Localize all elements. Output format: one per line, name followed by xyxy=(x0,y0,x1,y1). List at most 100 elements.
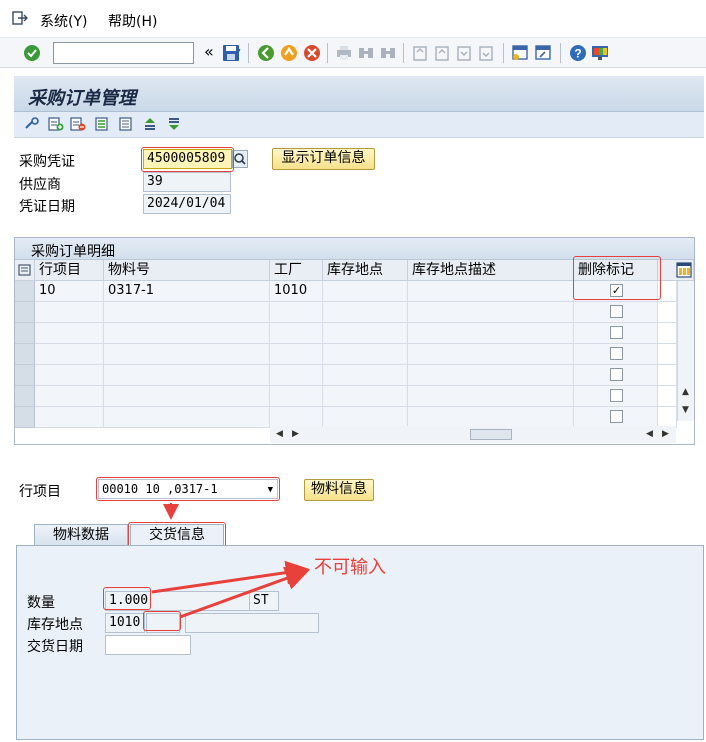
table-settings-icon[interactable] xyxy=(676,262,692,278)
row-selector[interactable] xyxy=(15,344,35,365)
row-filler xyxy=(658,323,677,344)
nav-back-icon[interactable]: « xyxy=(204,42,214,61)
cell-plant xyxy=(270,386,323,407)
help-icon[interactable]: ? xyxy=(568,43,588,63)
tab-delivery-info[interactable]: 交货信息 xyxy=(130,524,224,546)
deletion-flag-checkbox[interactable] xyxy=(610,326,623,339)
filter-icon[interactable] xyxy=(166,116,182,132)
item-select-dropdown[interactable]: 00010 10 ,0317-1 ▼ xyxy=(98,479,278,499)
cell-material xyxy=(104,365,270,386)
row-selector[interactable] xyxy=(15,323,35,344)
print-icon[interactable] xyxy=(335,44,353,62)
shortcut-icon[interactable] xyxy=(534,44,552,62)
menu-help[interactable]: 帮助(H) xyxy=(108,11,157,31)
column-header-item[interactable]: 行项目 xyxy=(35,260,104,281)
next-page-icon[interactable] xyxy=(455,44,473,62)
cell-item xyxy=(35,386,104,407)
delivery-date-input[interactable] xyxy=(105,635,191,655)
previous-page-icon[interactable] xyxy=(433,44,451,62)
cell-item xyxy=(35,407,104,428)
enter-icon[interactable] xyxy=(22,43,42,63)
deletion-flag-checkbox[interactable] xyxy=(610,368,623,381)
scroll-right-icon[interactable]: ▶ xyxy=(292,429,299,439)
search-help-icon[interactable] xyxy=(232,150,248,168)
chevron-down-icon[interactable]: ▼ xyxy=(268,482,273,498)
column-header-storage-location[interactable]: 库存地点 xyxy=(323,260,408,281)
vertical-scrollbar[interactable]: ▲ ▼ xyxy=(677,281,694,421)
vendor-field: 39 xyxy=(143,172,231,192)
column-header-storage-description[interactable]: 库存地点描述 xyxy=(408,260,574,281)
display-change-icon[interactable] xyxy=(24,116,40,132)
exit-icon[interactable] xyxy=(12,11,28,25)
row-selector[interactable] xyxy=(15,281,35,302)
scroll-up-icon[interactable]: ▲ xyxy=(682,387,689,397)
cell-deletion-flag xyxy=(574,323,658,344)
deletion-flag-checkbox[interactable]: ✓ xyxy=(610,284,623,297)
cell-material xyxy=(104,302,270,323)
cell-plant xyxy=(270,344,323,365)
cell-item xyxy=(35,323,104,344)
customize-layout-icon[interactable] xyxy=(591,44,609,62)
insert-row-icon[interactable] xyxy=(48,116,64,132)
material-info-button[interactable]: 物料信息 xyxy=(304,479,374,501)
find-next-icon[interactable] xyxy=(379,44,397,62)
po-items-table: 采购订单明细 行项目 物料号 工厂 库存地点 库存地点描述 删除标记 10 031… xyxy=(14,237,695,445)
select-all-icon[interactable] xyxy=(94,116,110,132)
cell-storage-location xyxy=(323,281,408,302)
cell-plant xyxy=(270,407,323,428)
find-icon[interactable] xyxy=(357,44,375,62)
delete-row-icon[interactable] xyxy=(70,116,86,132)
horizontal-scrollbar[interactable]: ◀ ▶ ◀ ▶ xyxy=(270,426,676,443)
column-header-material[interactable]: 物料号 xyxy=(104,260,270,281)
cell-storage-description xyxy=(408,281,574,302)
row-filler xyxy=(658,365,677,386)
last-page-icon[interactable] xyxy=(477,44,495,62)
page-title: 采购订单管理 xyxy=(28,88,136,109)
unit-field: ST xyxy=(249,591,279,611)
storage-description-field xyxy=(185,613,319,633)
deletion-flag-checkbox[interactable] xyxy=(610,347,623,360)
new-session-icon[interactable] xyxy=(511,44,529,62)
back-icon[interactable] xyxy=(256,43,276,63)
menu-system[interactable]: 系统(Y) xyxy=(40,11,87,31)
cell-storage-location xyxy=(323,386,408,407)
row-selector[interactable] xyxy=(15,386,35,407)
deletion-flag-checkbox[interactable] xyxy=(610,410,623,423)
cell-material xyxy=(104,407,270,428)
column-header-plant[interactable]: 工厂 xyxy=(270,260,323,281)
row-selector[interactable] xyxy=(15,407,35,428)
row-selector[interactable] xyxy=(15,365,35,386)
scroll-right-end-icon[interactable]: ▶ xyxy=(662,429,669,439)
deselect-all-icon[interactable] xyxy=(118,116,134,132)
show-order-info-button[interactable]: 显示订单信息 xyxy=(272,148,375,170)
scroll-left-end-icon[interactable]: ◀ xyxy=(646,429,653,439)
cancel-icon[interactable] xyxy=(302,43,322,63)
cell-storage-location xyxy=(323,365,408,386)
scroll-thumb[interactable] xyxy=(470,429,512,440)
cell-deletion-flag xyxy=(574,386,658,407)
title-bar: 采购订单管理 xyxy=(14,76,704,112)
sort-ascending-icon[interactable] xyxy=(142,116,158,132)
row-filler xyxy=(658,386,677,407)
scroll-down-icon[interactable]: ▼ xyxy=(682,405,689,415)
exit-app-icon[interactable] xyxy=(279,43,299,63)
command-field[interactable]: ▼ xyxy=(53,42,240,64)
cell-item xyxy=(35,302,104,323)
cell-storage-location xyxy=(323,407,408,428)
deletion-flag-checkbox[interactable] xyxy=(610,389,623,402)
table-settings-header xyxy=(658,260,694,281)
cell-item xyxy=(35,344,104,365)
select-all-rows-icon[interactable] xyxy=(15,260,35,281)
deletion-flag-checkbox[interactable] xyxy=(610,305,623,318)
column-header-deletion-flag[interactable]: 删除标记 xyxy=(574,260,658,281)
tab-material-data[interactable]: 物料数据 xyxy=(34,524,128,546)
po-number-input[interactable]: 4500005809 xyxy=(143,149,232,169)
first-page-icon[interactable] xyxy=(411,44,429,62)
row-selector[interactable] xyxy=(15,302,35,323)
cell-plant: 1010 xyxy=(270,281,323,302)
application-toolbar xyxy=(14,112,704,138)
cell-deletion-flag xyxy=(574,302,658,323)
scroll-left-icon[interactable]: ◀ xyxy=(276,429,283,439)
save-icon[interactable] xyxy=(222,44,240,62)
cell-item xyxy=(35,365,104,386)
